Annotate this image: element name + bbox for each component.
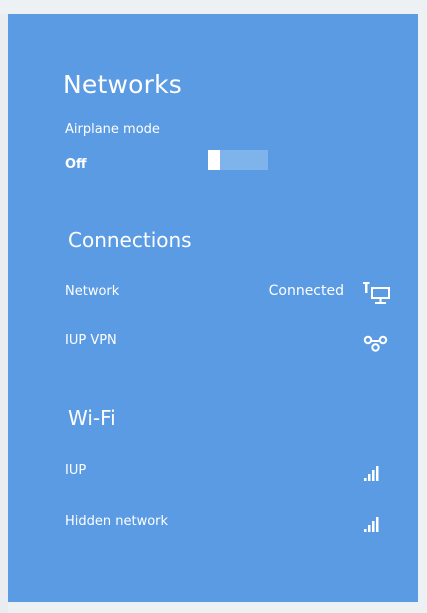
wifi-item-iup[interactable]: IUP	[60, 457, 392, 487]
networks-panel: Networks Airplane mode Off Connections N…	[8, 14, 418, 602]
wifi-item-hidden-network[interactable]: Hidden network	[60, 508, 392, 538]
airplane-mode-state: Off	[65, 157, 87, 172]
window-right-edge	[418, 14, 427, 613]
vpn-icon	[362, 329, 392, 359]
airplane-mode-label: Airplane mode	[65, 122, 160, 137]
airplane-mode-toggle[interactable]	[208, 150, 268, 170]
wifi-signal-icon	[362, 510, 392, 540]
window-left-edge	[0, 14, 8, 613]
window-top-edge	[0, 0, 427, 14]
wifi-item-label: IUP	[65, 463, 87, 478]
wired-network-icon	[362, 280, 392, 310]
connection-item-label: Network	[65, 284, 120, 299]
panel-title: Networks	[63, 70, 183, 99]
connection-item-iup-vpn[interactable]: IUP VPN	[60, 327, 392, 357]
connection-status: Connected	[268, 283, 344, 299]
window-bottom-edge	[8, 602, 418, 613]
connection-item-label: IUP VPN	[65, 333, 117, 348]
wifi-item-label: Hidden network	[65, 514, 169, 529]
toggle-thumb[interactable]	[208, 150, 220, 170]
wifi-heading: Wi-Fi	[68, 406, 116, 430]
connection-item-network[interactable]: Network Connected	[60, 278, 392, 308]
connections-heading: Connections	[68, 228, 192, 252]
wifi-signal-icon	[362, 459, 392, 489]
